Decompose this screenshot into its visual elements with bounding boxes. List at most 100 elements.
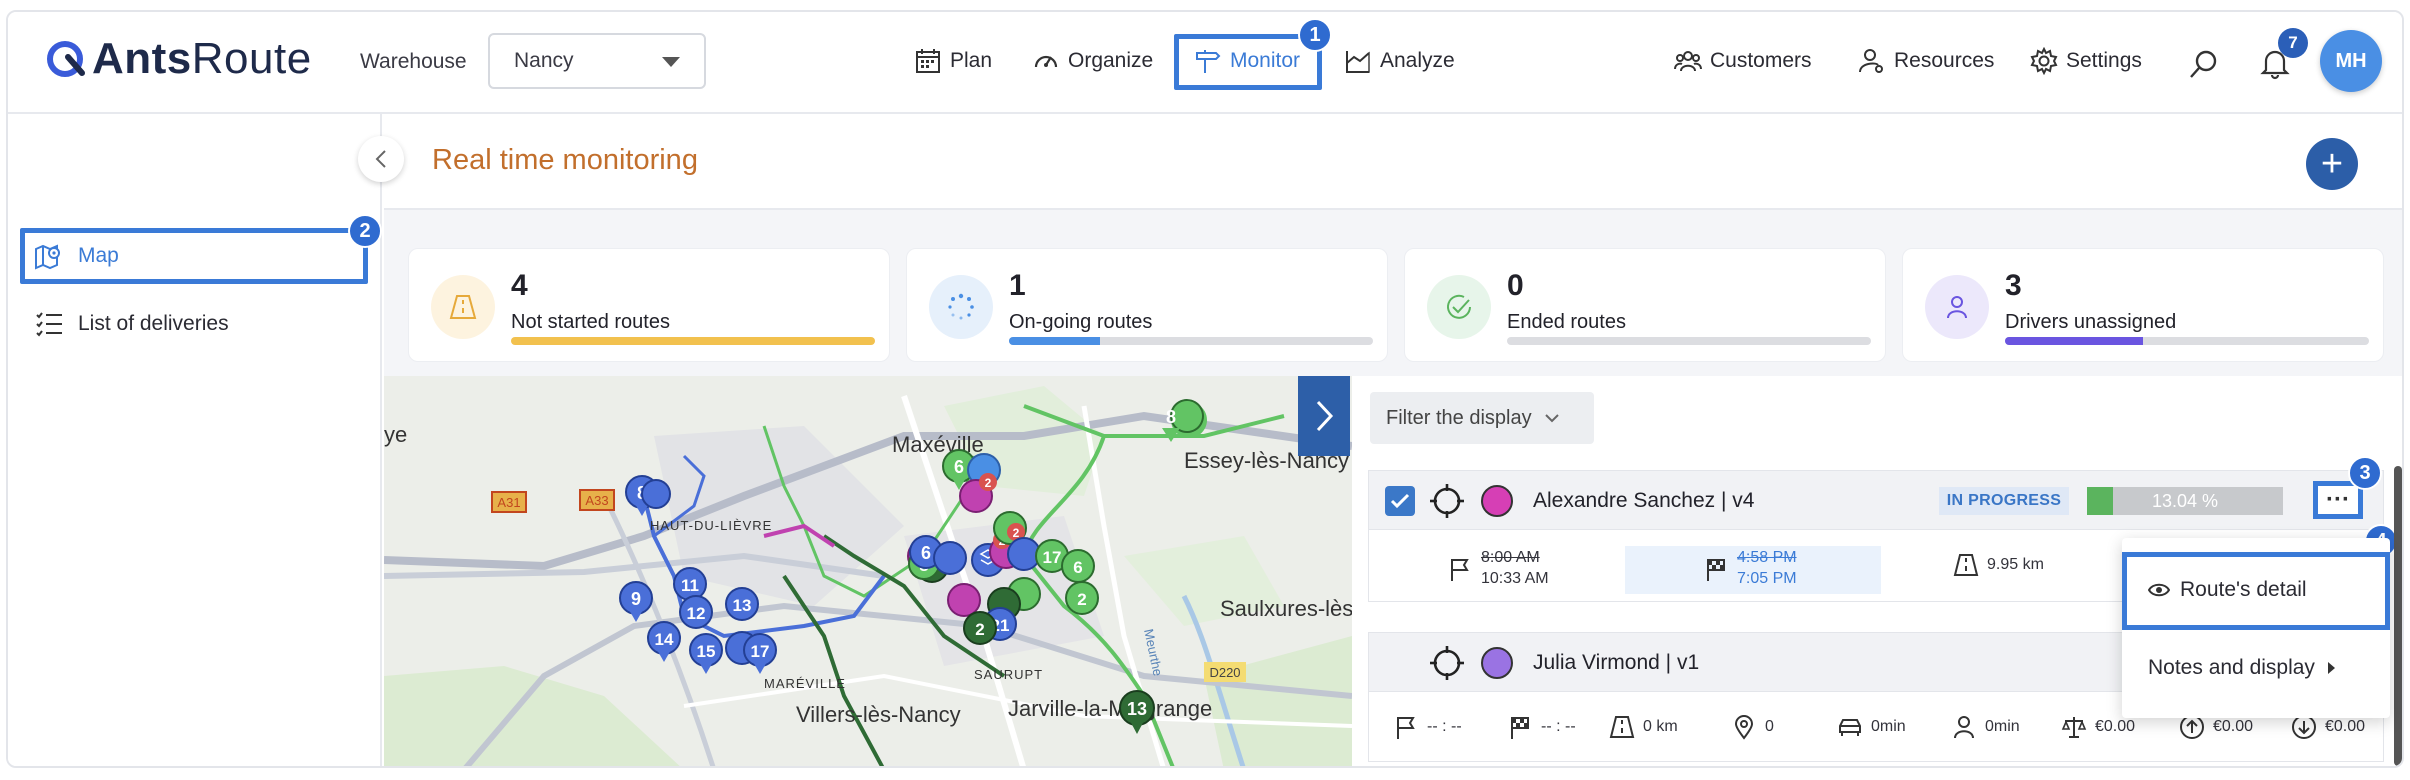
- scale-icon: [2061, 717, 2087, 738]
- collapse-sidebar-button[interactable]: [358, 136, 404, 182]
- logo[interactable]: AntsRoute: [46, 34, 312, 84]
- stat-card-drivers-unassigned[interactable]: 3 Drivers unassigned: [1902, 248, 2384, 362]
- cost-value: €0.00: [2095, 718, 2136, 735]
- svg-text:2: 2: [975, 620, 984, 639]
- stat-icon-circle: [1427, 275, 1491, 339]
- map-view[interactable]: A31 A33 D220 ye Maxéville Essey-lès-Nanc…: [384, 376, 1352, 768]
- road-label-a31: A31: [491, 491, 527, 513]
- svg-text:6: 6: [954, 457, 964, 477]
- crosshair-icon[interactable]: [1429, 483, 1465, 519]
- filter-display-button[interactable]: Filter the display: [1370, 392, 1594, 444]
- nav-organize-label: Organize: [1068, 49, 1154, 72]
- plus-icon: +: [2320, 143, 2344, 185]
- checkered-flag-icon: [1511, 717, 1529, 739]
- road-label-a33: A33: [579, 489, 615, 511]
- pin-icon: [1734, 715, 1754, 740]
- chart-icon: [1346, 51, 1370, 73]
- add-button[interactable]: +: [2306, 138, 2358, 190]
- svg-text:17: 17: [751, 642, 770, 661]
- distance-value: 9.95 km: [1987, 556, 2044, 573]
- highlight-route-detail: [2122, 552, 2390, 630]
- start-planned: 8:00 AM: [1481, 549, 1540, 566]
- stops-value: 0: [1765, 718, 1774, 735]
- svg-text:8: 8: [1166, 407, 1176, 427]
- chevron-down-icon: [662, 57, 680, 67]
- route-progress-label: 13.04 %: [2151, 490, 2219, 511]
- road-icon: [1953, 554, 1979, 576]
- stat-progress-fill: [1009, 337, 1100, 345]
- crosshair-icon[interactable]: [1429, 645, 1465, 681]
- place-label: Jarville-la-Malgrange: [1008, 696, 1212, 721]
- map-pin[interactable]: 2: [1065, 581, 1099, 615]
- svg-text:A31: A31: [497, 495, 520, 510]
- sidebar: Map 2 List of deliveries: [8, 114, 382, 766]
- svg-text:2: 2: [985, 476, 992, 490]
- stat-label: Not started routes: [511, 311, 670, 333]
- svg-text:14: 14: [655, 630, 674, 649]
- panel-scrollbar[interactable]: [2394, 466, 2402, 766]
- route-color-dot[interactable]: [1481, 485, 1513, 517]
- nav-analyze-label: Analyze: [1380, 49, 1455, 72]
- menu-item-notes-display[interactable]: Notes and display: [2122, 638, 2390, 698]
- logo-text: AntsRoute: [92, 34, 312, 83]
- route-row-header[interactable]: Alexandre Sanchez | v4 IN PROGRESS 13.04…: [1368, 470, 2384, 530]
- annotation-badge-3: 3: [2348, 456, 2382, 490]
- avatar[interactable]: MH: [2320, 30, 2382, 92]
- nav-analyze[interactable]: Analyze: [1344, 38, 1455, 84]
- status-badge: IN PROGRESS: [1939, 487, 2069, 515]
- stat-card-not-started[interactable]: 4 Not started routes: [408, 248, 890, 362]
- stat-icon-circle: [929, 275, 993, 339]
- stat-icon-circle: [431, 275, 495, 339]
- nav-customers[interactable]: Customers: [1674, 38, 1812, 84]
- nav-organize[interactable]: Organize: [1032, 38, 1153, 84]
- svg-text:D220: D220: [1209, 665, 1240, 680]
- route-checkbox[interactable]: [1385, 486, 1415, 516]
- chevron-right-icon: [1316, 400, 1334, 432]
- stat-progress-bar: [1507, 337, 1871, 345]
- place-label: Saulxures-lès: [1220, 596, 1352, 621]
- map-pin[interactable]: 11: [673, 567, 707, 601]
- warehouse-select[interactable]: Nancy: [488, 33, 706, 89]
- expense-value: €0.00: [2325, 718, 2366, 735]
- route-distance: 9.95 km: [1953, 552, 2044, 578]
- warehouse-label: Warehouse: [360, 50, 467, 73]
- annotation-badge-2: 2: [348, 214, 382, 248]
- antsroute-logo-icon: [47, 41, 85, 77]
- stat-card-ended[interactable]: 0 Ended routes: [1404, 248, 1886, 362]
- stat-label: Drivers unassigned: [2005, 311, 2177, 333]
- stat-card-ongoing[interactable]: 1 On-going routes: [906, 248, 1388, 362]
- route-name: Alexandre Sanchez | v4: [1533, 489, 1755, 512]
- toggle-panel-button[interactable]: [1298, 376, 1350, 456]
- map-canvas[interactable]: A31 A33 D220 ye Maxéville Essey-lès-Nanc…: [384, 376, 1352, 768]
- flag-icon: [1397, 717, 1415, 739]
- svg-text:9: 9: [631, 589, 641, 609]
- nav-plan[interactable]: Plan: [914, 38, 992, 84]
- svg-text:12: 12: [687, 604, 706, 623]
- road-label-d220: D220: [1204, 662, 1246, 682]
- stat-progress-bar: [511, 337, 875, 345]
- sidebar-item-list-of-deliveries[interactable]: List of deliveries: [34, 304, 229, 344]
- checkmark-icon: [1390, 493, 1410, 509]
- svg-text:13: 13: [733, 596, 752, 615]
- map-pin[interactable]: 2: [963, 611, 997, 645]
- map-pin[interactable]: 13: [725, 587, 759, 621]
- map-pin[interactable]: 6: [1061, 549, 1095, 583]
- stat-progress-fill: [2005, 337, 2144, 345]
- nav-plan-label: Plan: [950, 49, 993, 72]
- gear-icon: [2030, 47, 2058, 75]
- route-progress-bar: 13.04 %: [2087, 487, 2283, 515]
- stat-progress-bar: [2005, 337, 2369, 345]
- drive-time-value: 0min: [1871, 718, 1906, 735]
- gauge-icon: [1034, 55, 1058, 68]
- page-title: Real time monitoring: [432, 144, 698, 176]
- nav-settings[interactable]: Settings: [2030, 38, 2142, 84]
- person-icon: [1947, 296, 1967, 319]
- svg-text:A33: A33: [585, 493, 608, 508]
- route-color-dot[interactable]: [1481, 647, 1513, 679]
- svg-text:2: 2: [1077, 590, 1086, 609]
- sidebar-item-label: List of deliveries: [78, 312, 229, 335]
- search-icon[interactable]: [2188, 48, 2220, 80]
- nav-resources[interactable]: Resources: [1858, 38, 1994, 84]
- map-pin[interactable]: 12: [679, 595, 713, 629]
- highlight-map: [20, 228, 368, 284]
